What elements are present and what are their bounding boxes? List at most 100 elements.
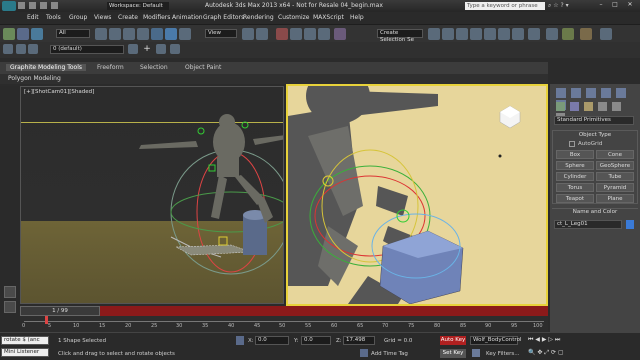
select-in-layer-icon[interactable] bbox=[156, 44, 166, 54]
align-icon[interactable] bbox=[442, 28, 454, 40]
auto-key-button[interactable]: Auto Key bbox=[440, 336, 466, 345]
render-setup-icon[interactable] bbox=[528, 28, 540, 40]
z-coord-field[interactable]: 17.498 bbox=[343, 336, 375, 345]
menu-views[interactable]: Views bbox=[94, 14, 111, 21]
edit-named-sel-icon[interactable] bbox=[334, 28, 346, 40]
tab-object-paint[interactable]: Object Paint bbox=[185, 64, 221, 71]
menu-animation[interactable]: Animation bbox=[172, 14, 203, 21]
spinner-snap-icon[interactable] bbox=[318, 28, 330, 40]
help-icons[interactable]: ⌕ ☆ ? ▾ bbox=[548, 2, 588, 10]
time-slider-handle[interactable]: 1 / 99 bbox=[20, 306, 100, 316]
selected-object-dropdown[interactable]: Wolf_BodyControl bbox=[470, 336, 521, 345]
layer-dropdown[interactable]: 0 (default) bbox=[50, 45, 124, 54]
reference-coord-dropdown[interactable]: View bbox=[205, 29, 237, 38]
snap-toggle-icon[interactable] bbox=[276, 28, 288, 40]
create-new-layer-icon[interactable]: + bbox=[142, 44, 152, 54]
workspace-dropdown[interactable]: Workspace: Default bbox=[107, 2, 169, 10]
minimize-button[interactable]: – bbox=[595, 1, 607, 11]
menu-create[interactable]: Create bbox=[118, 14, 138, 21]
mini-listener[interactable]: Mini Listener bbox=[1, 348, 49, 357]
mirror-icon[interactable] bbox=[428, 28, 440, 40]
select-object-icon[interactable] bbox=[95, 28, 107, 40]
cone-button[interactable]: Cone bbox=[596, 150, 634, 159]
set-current-layer-icon[interactable] bbox=[170, 44, 180, 54]
maxscript-input[interactable]: rotate $ (anc bbox=[1, 336, 49, 345]
viewport-nav-controls[interactable]: 🔍 ✥ ⤢ ⟳ ▢ bbox=[528, 349, 638, 359]
key-mode-icon[interactable] bbox=[472, 349, 480, 357]
primitive-type-dropdown[interactable]: Standard Primitives bbox=[554, 116, 634, 125]
menu-group[interactable]: Group bbox=[69, 14, 87, 21]
select-by-name-icon[interactable] bbox=[109, 28, 121, 40]
menu-graph-editors[interactable]: Graph Editors bbox=[203, 14, 244, 21]
pyramid-button[interactable]: Pyramid bbox=[596, 183, 634, 192]
tab-freeform[interactable]: Freeform bbox=[97, 64, 124, 71]
redo-icon[interactable] bbox=[17, 28, 29, 40]
teapot-render-icon[interactable] bbox=[580, 28, 592, 40]
pivot-icon[interactable] bbox=[242, 28, 254, 40]
menu-tools[interactable]: Tools bbox=[46, 14, 61, 21]
hide-layer-icon[interactable] bbox=[28, 44, 38, 54]
menu-maxscript[interactable]: MAXScript bbox=[313, 14, 344, 21]
tab-graphite-modeling[interactable]: Graphite Modeling Tools bbox=[6, 64, 87, 71]
viewport-perspective[interactable] bbox=[286, 84, 548, 306]
time-tag-icon[interactable] bbox=[360, 349, 368, 357]
object-name-field[interactable]: ct_L_Leg01 bbox=[554, 220, 622, 229]
viewport-shotcam[interactable]: [+][ShotCam01][Shaded] bbox=[20, 86, 284, 304]
box-button[interactable]: Box bbox=[556, 150, 594, 159]
scale-icon[interactable] bbox=[179, 28, 191, 40]
key-filters-button[interactable]: Key Filters... bbox=[486, 351, 519, 357]
window-crossing-icon[interactable] bbox=[137, 28, 149, 40]
cylinder-button[interactable]: Cylinder bbox=[556, 172, 594, 181]
graphite-toggle-icon[interactable] bbox=[470, 28, 482, 40]
angle-snap-icon[interactable] bbox=[290, 28, 302, 40]
playback-controls[interactable]: ⏮ ◀ ▶ ▷ ⏭ bbox=[528, 336, 638, 346]
viewport-layout-icon-2[interactable] bbox=[4, 301, 16, 313]
rendered-frame-icon[interactable] bbox=[546, 28, 558, 40]
viewport-layout-icon[interactable] bbox=[4, 286, 16, 298]
app-logo-icon[interactable] bbox=[2, 1, 16, 11]
region-select-icon[interactable] bbox=[123, 28, 135, 40]
schematic-view-icon[interactable] bbox=[498, 28, 510, 40]
tab-selection[interactable]: Selection bbox=[140, 64, 168, 71]
material-editor-icon[interactable] bbox=[512, 28, 524, 40]
add-time-tag[interactable]: Add Time Tag bbox=[371, 351, 408, 357]
curve-editor-icon[interactable] bbox=[484, 28, 496, 40]
named-selection-dropdown[interactable]: Create Selection Se bbox=[377, 29, 423, 43]
menu-rendering[interactable]: Rendering bbox=[243, 14, 274, 21]
maximize-button[interactable]: □ bbox=[609, 1, 621, 11]
x-coord-field[interactable]: 0.0 bbox=[255, 336, 289, 345]
percent-snap-icon[interactable] bbox=[304, 28, 316, 40]
menu-help[interactable]: Help bbox=[350, 14, 364, 21]
set-key-button[interactable]: Set Key bbox=[440, 349, 466, 358]
layer-manager-icon[interactable] bbox=[456, 28, 468, 40]
undo-icon[interactable] bbox=[3, 28, 15, 40]
object-color-swatch[interactable] bbox=[626, 220, 634, 229]
create-category-icons[interactable] bbox=[556, 102, 634, 122]
panel-tabs[interactable] bbox=[556, 88, 634, 110]
teapot-button[interactable]: Teapot bbox=[556, 194, 594, 203]
quick-access-icons[interactable] bbox=[18, 2, 98, 10]
torus-button[interactable]: Torus bbox=[556, 183, 594, 192]
track-bar[interactable]: 0 5 10 15 20 25 30 35 40 45 50 55 60 65 … bbox=[20, 316, 548, 332]
autogrid-checkbox[interactable] bbox=[569, 141, 575, 147]
render-icon[interactable] bbox=[562, 28, 574, 40]
link-icon[interactable] bbox=[31, 28, 43, 40]
menu-modifiers[interactable]: Modifiers bbox=[143, 14, 170, 21]
time-slider[interactable]: 1 / 99 bbox=[20, 306, 548, 316]
geosphere-button[interactable]: GeoSphere bbox=[596, 161, 634, 170]
plane-button[interactable]: Plane bbox=[596, 194, 634, 203]
search-input[interactable]: Type a keyword or phrase bbox=[465, 2, 545, 10]
rotate-icon[interactable] bbox=[165, 28, 177, 40]
y-coord-field[interactable]: 0.0 bbox=[301, 336, 331, 345]
tube-button[interactable]: Tube bbox=[596, 172, 634, 181]
add-to-layer-icon[interactable] bbox=[128, 44, 138, 54]
selection-filter-dropdown[interactable]: All bbox=[56, 29, 90, 38]
close-button[interactable]: ✕ bbox=[623, 1, 637, 11]
move-icon[interactable] bbox=[151, 28, 163, 40]
lock-selection-icon[interactable] bbox=[236, 336, 244, 345]
render-production-icon[interactable] bbox=[600, 28, 612, 40]
create-layer-icon[interactable] bbox=[16, 44, 26, 54]
menu-customize[interactable]: Customize bbox=[278, 14, 310, 21]
menu-edit[interactable]: Edit bbox=[27, 14, 39, 21]
layer-icon[interactable] bbox=[3, 44, 13, 54]
